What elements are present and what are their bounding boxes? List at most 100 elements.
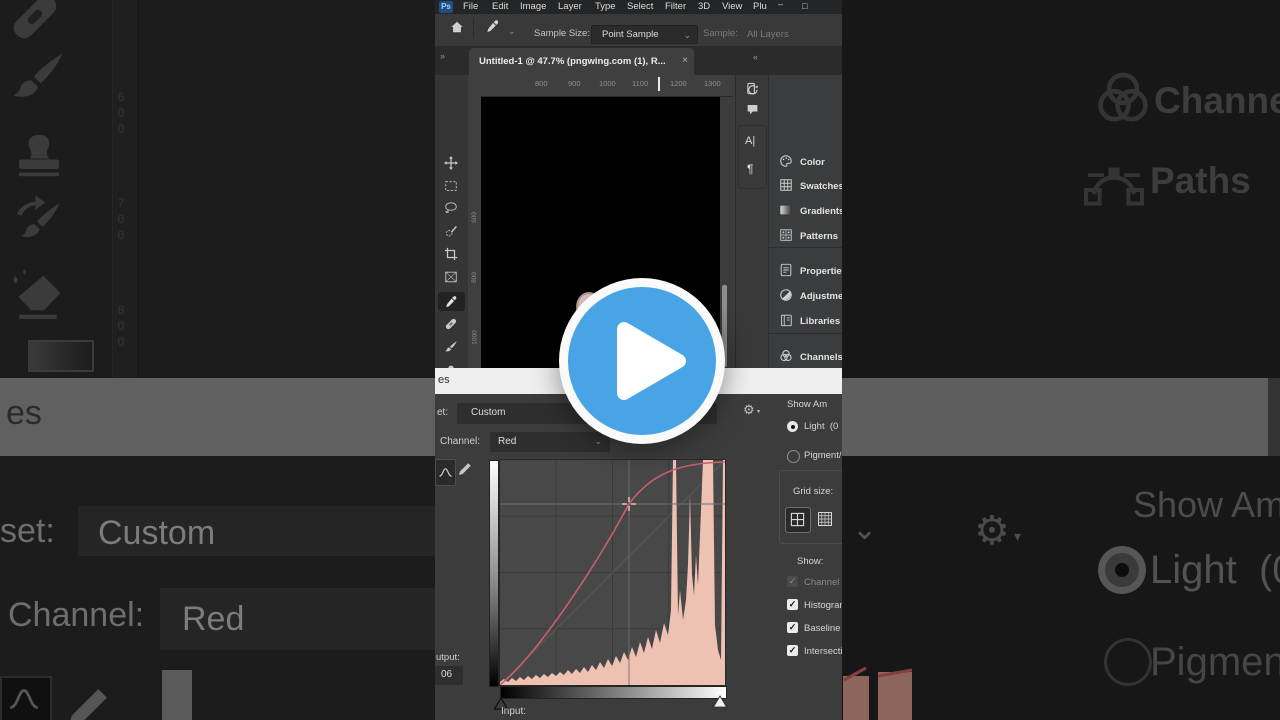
intersection-checkbox[interactable]: ✓ (787, 645, 798, 656)
bg-ruler-number: 600 (114, 90, 128, 138)
character-panel-icon[interactable]: A| (745, 135, 755, 147)
input-highlight-slider[interactable] (712, 695, 728, 709)
grid-quarter-button[interactable] (785, 507, 811, 533)
minimize-button[interactable]: – (778, 0, 783, 9)
curve-toggle-icon (438, 468, 453, 477)
bg-gear-icon: ⚙ (974, 509, 1010, 553)
sample-value: All Layers (747, 29, 789, 40)
gradient-tool-icon (28, 340, 94, 372)
history-panel-icon[interactable] (745, 82, 760, 97)
bg-pigment-label: Pigment/ (1150, 640, 1280, 684)
move-tool-icon[interactable] (444, 156, 458, 170)
background-right-enlarged: Channels Paths ⌄ ⚙ ▾ Show Am Light (0 Pi… (842, 0, 1280, 720)
curves-plot[interactable] (499, 459, 726, 686)
bg-channels-label: Channels (1154, 80, 1280, 121)
baseline-checkbox[interactable]: ✓ (787, 622, 798, 633)
type-panel-group: A| ¶ (738, 125, 767, 189)
document-tab[interactable]: Untitled-1 @ 47.7% (pngwing.com (1), R..… (469, 48, 694, 75)
ruler-tick-label: 600 (470, 212, 478, 223)
channels-panel-icon (780, 350, 792, 362)
properties-panel-icon (780, 263, 792, 277)
ruler-tick-label: 1100 (632, 79, 649, 88)
grid-size-label: Grid size: (793, 486, 834, 497)
lasso-tool-icon[interactable] (444, 201, 458, 215)
ruler-tick-label: 800 (535, 79, 548, 88)
panel-tab-channels[interactable]: Channels (769, 344, 842, 368)
ruler-tick-label: 1000 (599, 79, 616, 88)
eyedropper-options-icon[interactable] (485, 19, 500, 34)
chevron-down-icon: ⌄ (683, 30, 691, 40)
bg-ruler-number: 700 (114, 196, 128, 244)
paragraph-panel-icon[interactable]: ¶ (747, 162, 753, 176)
menu-plugins[interactable]: Plu (753, 1, 767, 12)
pigment-radio[interactable] (787, 450, 800, 463)
clone-stamp-icon (19, 134, 59, 177)
swatches-panel-icon (780, 179, 792, 191)
short-video-frame: 600 700 800 es set: Custom Channel: Red … (0, 0, 1280, 720)
quick-selection-tool-icon[interactable] (444, 224, 458, 238)
bg-curve-fragment (843, 666, 913, 682)
menu-edit[interactable]: Edit (492, 1, 508, 12)
output-value-field[interactable]: 06 (435, 666, 463, 685)
show-amount-label: Show Am (787, 399, 828, 410)
tab-overflow-right-icon[interactable]: « (753, 52, 758, 62)
comments-panel-icon[interactable] (746, 103, 759, 116)
menu-3d[interactable]: 3D (698, 1, 710, 12)
frame-tool-icon[interactable] (444, 270, 458, 284)
menu-file[interactable]: File (463, 1, 478, 12)
draw-curve-pencil-icon[interactable] (457, 461, 473, 477)
curves-options-gear-icon[interactable]: ⚙ (743, 402, 755, 418)
grid-tenth-button[interactable] (816, 510, 834, 528)
bg-channel-label: Channel: (8, 596, 145, 634)
panel-tab-adjustments[interactable]: Adjustments (769, 283, 842, 307)
brush-tool-icon[interactable] (444, 340, 458, 354)
menu-image[interactable]: Image (520, 1, 546, 12)
bg-pigment-radio (1104, 638, 1152, 686)
tab-overflow-left-icon[interactable]: » (440, 51, 445, 61)
vertical-ruler: 600 800 1000 1200 (468, 96, 482, 405)
histogram-checkbox[interactable]: ✓ (787, 599, 798, 610)
sample-size-dropdown[interactable]: Point Sample ⌄ (591, 25, 698, 44)
panel-tab-libraries[interactable]: Libraries (769, 308, 842, 332)
home-icon[interactable] (450, 20, 464, 34)
eyedropper-tool-icon (446, 295, 457, 307)
marquee-tool-icon[interactable] (444, 179, 458, 193)
channel-overlays-checkbox[interactable]: ✓ (787, 576, 798, 587)
grid-2x2-icon (790, 512, 805, 527)
bg-curves-titlebar-right (842, 378, 1280, 456)
restore-button[interactable]: □ (802, 1, 807, 11)
light-radio[interactable] (787, 421, 798, 432)
bg-light-radio (1098, 546, 1146, 594)
menu-view[interactable]: View (722, 1, 742, 12)
menu-select[interactable]: Select (627, 1, 653, 12)
ruler-tick-label: 800 (470, 272, 478, 283)
pigment-radio-label: Pigment/ (804, 450, 842, 461)
eyedropper-tool-selected[interactable] (438, 292, 465, 311)
adjustments-panel-icon (780, 289, 792, 301)
healing-brush-icon (9, 0, 61, 43)
panel-tab-swatches[interactable]: Swatches (769, 173, 842, 197)
bg-curves-titlebar: es (0, 378, 435, 456)
panel-tab-color[interactable]: Color (769, 149, 842, 173)
bg-curves-title-fragment: es (6, 394, 42, 432)
document-tab-title: Untitled-1 @ 47.7% (pngwing.com (1), R..… (479, 56, 666, 67)
menu-type[interactable]: Type (595, 1, 616, 12)
channels-icon (1092, 68, 1154, 130)
panel-tab-properties[interactable]: Properties (769, 258, 842, 282)
menu-layer[interactable]: Layer (558, 1, 582, 12)
bg-curve-toggle (0, 676, 52, 720)
menu-filter[interactable]: Filter (665, 1, 686, 12)
bg-ruler-number: 800 (114, 303, 128, 351)
bg-pencil-icon (68, 689, 107, 720)
panel-tab-gradients[interactable]: Gradients (769, 198, 842, 222)
input-gradient-bar (500, 686, 727, 699)
play-button[interactable] (558, 277, 726, 445)
tool-preset-chevron-icon[interactable]: ⌄ (508, 26, 516, 37)
channel-label: Channel: (440, 436, 481, 447)
close-tab-icon[interactable]: × (682, 55, 688, 66)
panel-tab-patterns[interactable]: Patterns (769, 223, 842, 247)
point-curve-toggle[interactable] (435, 459, 456, 486)
output-label: utput: (436, 652, 460, 663)
healing-brush-tool-icon[interactable] (444, 317, 458, 331)
crop-tool-icon[interactable] (444, 247, 458, 261)
